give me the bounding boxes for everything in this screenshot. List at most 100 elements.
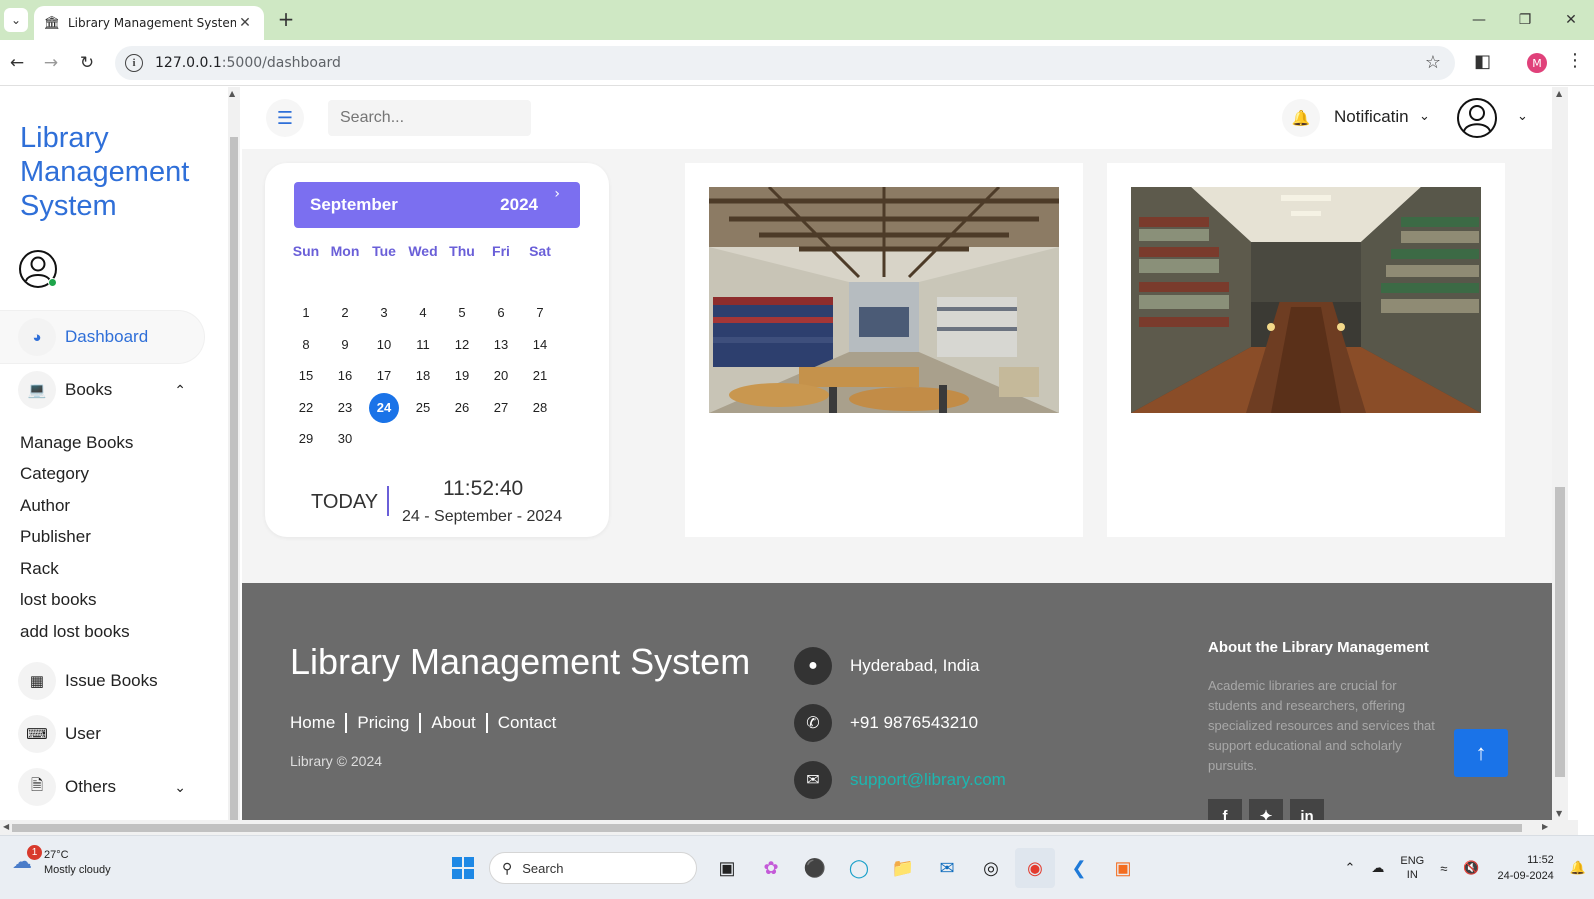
calendar-day[interactable]: 4 xyxy=(408,298,438,328)
sidebar-sub-category[interactable]: Category xyxy=(20,464,89,484)
sidebar-sub-manage-books[interactable]: Manage Books xyxy=(20,433,133,453)
chevron-down-icon[interactable]: ⌄ xyxy=(1419,109,1430,124)
chevron-down-icon[interactable]: ⌄ xyxy=(1517,109,1528,124)
extensions-icon[interactable]: ◧ xyxy=(1474,51,1491,72)
calendar-day[interactable]: 22 xyxy=(291,393,321,423)
sidebar-sub-publisher[interactable]: Publisher xyxy=(20,527,91,547)
tab-close-icon[interactable]: ✕ xyxy=(236,15,254,31)
calendar-day[interactable]: 28 xyxy=(525,393,555,423)
teams-icon[interactable]: ⚫ xyxy=(795,848,835,888)
calendar-day[interactable]: 14 xyxy=(525,330,555,360)
task-view-icon[interactable]: ▣ xyxy=(707,848,747,888)
dell-icon[interactable]: ◎ xyxy=(971,848,1011,888)
search-input[interactable] xyxy=(328,100,531,136)
footer-link-home[interactable]: Home xyxy=(290,713,335,733)
calendar-day[interactable]: 1 xyxy=(291,298,321,328)
calendar-day[interactable]: 6 xyxy=(486,298,516,328)
horizontal-scroll-thumb[interactable] xyxy=(12,824,1522,832)
page-scroll-thumb[interactable] xyxy=(1555,487,1565,777)
calendar-day[interactable]: 19 xyxy=(447,361,477,391)
footer-link-contact[interactable]: Contact xyxy=(498,713,557,733)
user-account-icon[interactable] xyxy=(1456,97,1498,139)
sidebar-item-user[interactable]: ⌨ User xyxy=(0,708,204,760)
language-indicator[interactable]: ENG IN xyxy=(1400,854,1424,882)
sidebar-item-others[interactable]: 🗎 Others ⌄ xyxy=(0,761,204,813)
forward-icon[interactable]: → xyxy=(38,50,64,76)
calendar-day[interactable]: 9 xyxy=(330,330,360,360)
scroll-down-icon[interactable]: ▼ xyxy=(1556,809,1562,818)
calendar-day[interactable]: 3 xyxy=(369,298,399,328)
edge-icon[interactable]: ◯ xyxy=(839,848,879,888)
calendar-day[interactable]: 23 xyxy=(330,393,360,423)
windows-start-icon[interactable] xyxy=(443,848,483,888)
restore-icon[interactable]: ❐ xyxy=(1502,0,1548,40)
page-scrollbar[interactable]: ▲ ▼ xyxy=(1552,87,1568,835)
taskbar-clock[interactable]: 11:52 24-09-2024 xyxy=(1498,852,1554,884)
sidebar-brand[interactable]: Library Management System xyxy=(20,121,204,223)
scroll-right-icon[interactable]: ▶ xyxy=(1542,822,1548,831)
calendar-day[interactable]: 21 xyxy=(525,361,555,391)
sidebar-sub-lost-books[interactable]: lost books xyxy=(20,590,97,610)
calendar-day[interactable]: 30 xyxy=(330,424,360,454)
horizontal-scrollbar[interactable]: ◀ ▶ xyxy=(0,820,1578,835)
bell-icon[interactable]: 🔔 xyxy=(1282,99,1320,137)
copilot-icon[interactable]: ✿ xyxy=(751,848,791,888)
browser-tab-active[interactable]: 🏛 Library Management System ✕ xyxy=(34,6,264,40)
calendar-day[interactable]: 27 xyxy=(486,393,516,423)
sidebar-sub-rack[interactable]: Rack xyxy=(20,559,59,579)
calendar-day[interactable]: 7 xyxy=(525,298,555,328)
hamburger-menu-icon[interactable]: ☰ xyxy=(266,99,304,137)
sidebar-scrollbar[interactable]: ▲ xyxy=(228,87,240,835)
profile-avatar[interactable]: M xyxy=(1527,53,1547,73)
calendar-day[interactable]: 26 xyxy=(447,393,477,423)
notification-dropdown[interactable]: Notificatin xyxy=(1334,107,1409,127)
volume-muted-icon[interactable]: 🔇 xyxy=(1463,860,1479,876)
chevron-right-icon[interactable]: › xyxy=(554,186,560,202)
sidebar-item-dashboard[interactable]: ◕ Dashboard xyxy=(0,311,204,363)
calendar-day[interactable]: 20 xyxy=(486,361,516,391)
sidebar-scroll-thumb[interactable] xyxy=(230,137,238,822)
vscode-icon[interactable]: ❮ xyxy=(1059,848,1099,888)
calendar-day[interactable]: 5 xyxy=(447,298,477,328)
wifi-icon[interactable]: ≈ xyxy=(1440,861,1447,876)
footer-link-pricing[interactable]: Pricing xyxy=(357,713,409,733)
sidebar-sub-add-lost-books[interactable]: add lost books xyxy=(20,622,130,642)
new-tab-button[interactable]: + xyxy=(272,8,300,32)
calendar-day[interactable]: 10 xyxy=(369,330,399,360)
chrome-icon[interactable]: ◉ xyxy=(1015,848,1055,888)
calendar-day[interactable]: 25 xyxy=(408,393,438,423)
sidebar-sub-author[interactable]: Author xyxy=(20,496,70,516)
tab-search-chevron-icon[interactable]: ⌄ xyxy=(4,8,28,32)
address-bar[interactable]: i 127.0.0.1:5000/dashboard ☆ xyxy=(115,46,1455,80)
bookmark-star-icon[interactable]: ☆ xyxy=(1425,52,1441,73)
taskbar-search[interactable]: ⚲ Search xyxy=(489,852,697,884)
weather-widget[interactable]: ☁ 1 27°C Mostly cloudy xyxy=(12,845,111,878)
sidebar-item-books[interactable]: 💻 Books ⌃ xyxy=(0,364,204,416)
close-window-icon[interactable]: ✕ xyxy=(1548,0,1594,40)
calendar-day[interactable]: 2 xyxy=(330,298,360,328)
footer-link-about[interactable]: About xyxy=(431,713,475,733)
notification-bell-icon[interactable]: 🔔 xyxy=(1570,860,1586,876)
calendar-day[interactable]: 15 xyxy=(291,361,321,391)
back-icon[interactable]: ← xyxy=(4,50,30,76)
calendar-day[interactable]: 11 xyxy=(408,330,438,360)
calendar-day[interactable]: 29 xyxy=(291,424,321,454)
sidebar-avatar[interactable] xyxy=(18,249,58,289)
scroll-up-icon[interactable]: ▲ xyxy=(229,89,235,98)
calendar-day[interactable]: 18 xyxy=(408,361,438,391)
reload-icon[interactable]: ↻ xyxy=(74,50,100,76)
calendar-day[interactable]: 17 xyxy=(369,361,399,391)
calendar-day[interactable]: 12 xyxy=(447,330,477,360)
site-info-icon[interactable]: i xyxy=(125,54,143,72)
calendar-day[interactable]: 8 xyxy=(291,330,321,360)
scroll-to-top-button[interactable]: ↑ xyxy=(1454,729,1508,777)
outlook-icon[interactable]: ✉ xyxy=(927,848,967,888)
onedrive-cloud-icon[interactable]: ☁ xyxy=(1371,860,1384,876)
email-link[interactable]: support@library.com xyxy=(850,770,1006,790)
chevron-up-icon[interactable]: ⌃ xyxy=(1344,860,1355,876)
calendar-day-selected[interactable]: 24 xyxy=(369,392,399,423)
scroll-up-icon[interactable]: ▲ xyxy=(1556,89,1562,98)
xampp-icon[interactable]: ▣ xyxy=(1103,848,1143,888)
scroll-left-icon[interactable]: ◀ xyxy=(3,822,9,831)
calendar-day[interactable]: 13 xyxy=(486,330,516,360)
